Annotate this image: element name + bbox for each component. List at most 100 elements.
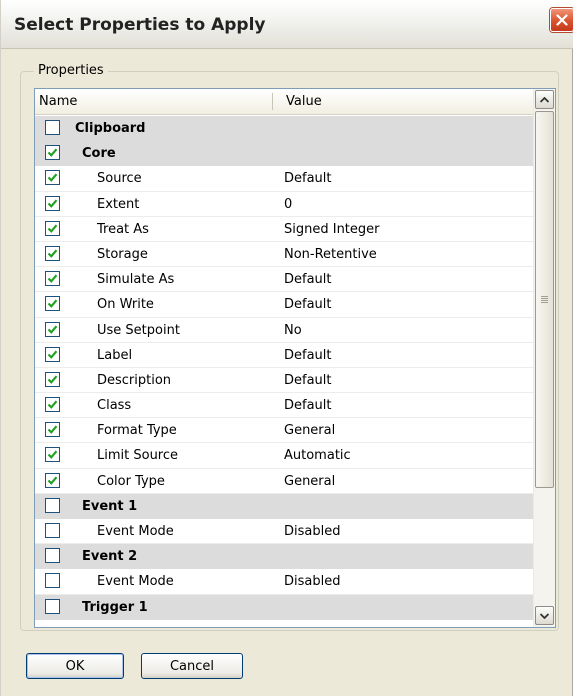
close-icon bbox=[556, 14, 568, 26]
row-label: On Write bbox=[97, 297, 154, 313]
checkmark-icon bbox=[47, 249, 58, 258]
row-checkbox[interactable] bbox=[45, 573, 60, 589]
checkmark-icon bbox=[47, 350, 58, 359]
checkmark-icon bbox=[47, 425, 58, 435]
checkmark-icon bbox=[47, 299, 58, 309]
row-value: Default bbox=[284, 398, 332, 414]
row-label: Event Mode bbox=[97, 524, 174, 539]
row-value: Default bbox=[284, 297, 332, 313]
property-row[interactable]: Description Default bbox=[35, 367, 533, 394]
row-label: Limit Source bbox=[97, 448, 179, 464]
checkmark-icon bbox=[47, 324, 58, 334]
checkmark-icon bbox=[47, 224, 58, 233]
property-row[interactable]: Event Mode Disabled bbox=[35, 569, 533, 595]
property-row[interactable]: Label Default bbox=[35, 342, 533, 368]
property-row[interactable]: On Write Default bbox=[35, 292, 533, 318]
property-row[interactable]: Treat As Signed Integer bbox=[35, 216, 533, 242]
chevron-down-icon bbox=[540, 612, 549, 619]
property-row[interactable]: Color Type General bbox=[35, 468, 533, 494]
checkmark-icon bbox=[47, 148, 58, 158]
checkmark-icon bbox=[47, 274, 58, 284]
row-label: Format Type bbox=[97, 423, 177, 439]
row-checkbox[interactable] bbox=[45, 170, 60, 186]
chevron-up-icon bbox=[540, 96, 549, 103]
title-bar[interactable]: Select Properties to Apply bbox=[1, 0, 573, 49]
group-row[interactable]: Trigger 1 bbox=[35, 594, 533, 620]
row-checkbox[interactable] bbox=[45, 195, 60, 211]
group-row[interactable]: Event 1 bbox=[35, 493, 533, 519]
cancel-button[interactable]: Cancel bbox=[141, 653, 243, 679]
row-checkbox[interactable] bbox=[45, 220, 60, 236]
property-row[interactable]: Format Type General bbox=[35, 418, 533, 444]
column-divider[interactable] bbox=[272, 93, 273, 110]
row-label: Event 2 bbox=[82, 549, 138, 565]
group-row[interactable]: Core bbox=[35, 141, 533, 167]
row-checkbox[interactable] bbox=[45, 120, 60, 135]
vertical-scrollbar[interactable] bbox=[533, 89, 555, 627]
row-label: Description bbox=[97, 372, 172, 388]
property-row[interactable]: Extent 0 bbox=[35, 191, 533, 217]
row-value: 0 bbox=[284, 196, 293, 212]
list-rows: Clipboard Core Source Default Extent 0 Treat A… bbox=[35, 116, 533, 620]
row-label: Label bbox=[97, 347, 133, 363]
row-checkbox[interactable] bbox=[45, 346, 60, 362]
checkmark-icon bbox=[47, 199, 58, 208]
row-label: Core bbox=[82, 146, 116, 162]
property-row[interactable]: Event Mode Disabled bbox=[35, 519, 533, 545]
property-row[interactable]: Use Setpoint No bbox=[35, 317, 533, 343]
row-label: Color Type bbox=[97, 473, 165, 489]
checkmark-icon bbox=[47, 476, 58, 485]
row-value: General bbox=[284, 473, 336, 489]
row-checkbox[interactable] bbox=[45, 472, 60, 488]
row-checkbox[interactable] bbox=[45, 397, 60, 413]
grip-icon bbox=[541, 295, 548, 304]
row-checkbox[interactable] bbox=[45, 447, 60, 463]
property-row[interactable]: Class Default bbox=[35, 393, 533, 419]
row-value: Default bbox=[284, 272, 332, 288]
row-checkbox[interactable] bbox=[45, 371, 60, 387]
property-row[interactable]: Simulate As Default bbox=[35, 267, 533, 293]
ok-button[interactable]: OK bbox=[26, 653, 124, 679]
row-checkbox[interactable] bbox=[45, 598, 60, 614]
scroll-down-button[interactable] bbox=[535, 606, 554, 625]
row-checkbox[interactable] bbox=[45, 245, 60, 261]
row-label: Simulate As bbox=[97, 272, 175, 288]
properties-list[interactable]: Name Value Clipboard Core Source Default Ext… bbox=[34, 88, 556, 628]
checkmark-icon bbox=[47, 375, 58, 384]
row-value: Default bbox=[284, 171, 332, 187]
row-label: Class bbox=[97, 398, 132, 414]
row-label: Clipboard bbox=[75, 121, 146, 136]
group-row[interactable]: Clipboard bbox=[35, 116, 533, 142]
row-value: Default bbox=[284, 372, 332, 388]
scrollbar-thumb[interactable] bbox=[535, 111, 554, 488]
row-value: Disabled bbox=[284, 524, 341, 539]
property-row[interactable]: Source Default bbox=[35, 166, 533, 192]
window-title: Select Properties to Apply bbox=[14, 15, 266, 35]
property-row[interactable]: Storage Non-Retentive bbox=[35, 241, 533, 268]
row-checkbox[interactable] bbox=[45, 271, 60, 287]
property-row[interactable]: Limit Source Automatic bbox=[35, 443, 533, 469]
column-header-value[interactable]: Value bbox=[286, 94, 322, 109]
group-row[interactable]: Event 2 bbox=[35, 544, 533, 570]
row-checkbox[interactable] bbox=[45, 296, 60, 312]
row-checkbox[interactable] bbox=[45, 321, 60, 337]
row-value: Non-Retentive bbox=[284, 246, 377, 262]
checkmark-icon bbox=[47, 450, 58, 460]
row-checkbox[interactable] bbox=[45, 523, 60, 538]
row-checkbox[interactable] bbox=[45, 422, 60, 438]
scroll-up-button[interactable] bbox=[535, 90, 554, 109]
row-label: Extent bbox=[97, 196, 140, 212]
column-header-name[interactable]: Name bbox=[39, 94, 77, 109]
dialog-window: Select Properties to Apply Properties Na… bbox=[0, 0, 573, 696]
row-value: Disabled bbox=[284, 574, 341, 590]
row-checkbox[interactable] bbox=[45, 497, 60, 513]
row-checkbox[interactable] bbox=[45, 548, 60, 564]
list-header: Name Value bbox=[35, 89, 533, 115]
row-label: Treat As bbox=[97, 221, 149, 237]
checkmark-icon bbox=[47, 173, 58, 183]
row-value: Automatic bbox=[284, 448, 351, 464]
row-label: Source bbox=[97, 171, 142, 187]
close-button[interactable] bbox=[550, 8, 573, 32]
row-label: Storage bbox=[97, 246, 148, 262]
row-checkbox[interactable] bbox=[45, 145, 60, 161]
